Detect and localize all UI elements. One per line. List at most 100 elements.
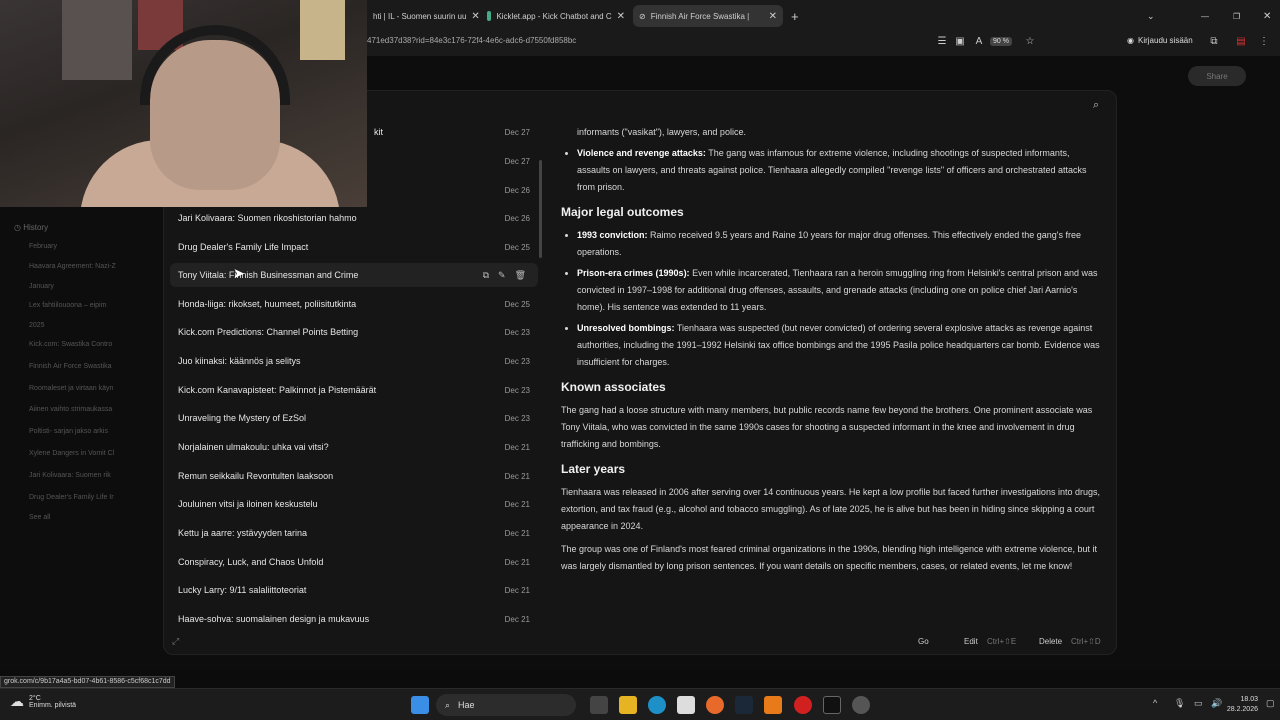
task-view-icon[interactable] (590, 696, 608, 714)
section-heading: Major legal outcomes (561, 205, 684, 219)
history-heading[interactable]: ◷ History (14, 223, 48, 232)
list-item[interactable]: Juo kiinaksi: käännös ja selitys Dec 23 (170, 349, 538, 373)
settings-gear-icon[interactable] (852, 696, 870, 714)
mouse-cursor-icon: ➤ (233, 265, 245, 281)
list-item[interactable]: Remun seikkailu Revontulten laaksoon Dec … (170, 464, 538, 488)
section-label: 2025 (29, 322, 45, 329)
volume-icon[interactable]: 🔊 (1211, 698, 1222, 709)
taskbar-search[interactable]: ⌕ Hae (436, 694, 576, 716)
weather-widget[interactable]: ☁ 2°C Enimm. pilvistä (10, 693, 76, 710)
list-item[interactable]: Honda-liiga: rikokset, huumeet, poliisit… (170, 292, 538, 316)
see-all-link[interactable]: See all (29, 514, 50, 521)
kicklet-favicon-icon (487, 11, 492, 21)
start-icon[interactable] (411, 696, 429, 714)
sign-in-button[interactable]: ◉ Kirjaudu sisään (1127, 36, 1193, 45)
display-icon[interactable]: ▭ (1194, 698, 1203, 709)
grok-favicon-icon: ⊘ (639, 11, 646, 21)
notification-icon[interactable]: ▢ (1266, 698, 1275, 709)
url-field[interactable]: 471ed37d38?rid=84e3c176-72f4-4e6c-adc6-d… (367, 36, 576, 45)
list-item[interactable]: Kick.com Kanavapisteet: Palkinnot ja Pis… (170, 378, 538, 402)
list-item[interactable]: Kick.com Predictions: Channel Points Bet… (170, 320, 538, 344)
paragraph: The gang had a loose structure with many… (561, 405, 1093, 449)
clock[interactable]: 18.03 28.2.2026 (1227, 695, 1258, 715)
screenshot-icon[interactable]: ▣ (953, 36, 967, 50)
reader-icon[interactable]: ☰ (935, 36, 949, 50)
browser-tab-1[interactable]: hti | IL - Suomen suurin uu ✕ (367, 5, 479, 27)
edge-icon[interactable] (648, 696, 666, 714)
list-item[interactable]: Norjalainen ulmakoulu: uhka vai vitsi? De… (170, 435, 538, 459)
sidebar-item[interactable]: Haavara Agreement: Nazi-Z (29, 263, 116, 270)
paragraph: The group was one of Finland's most fear… (561, 544, 1098, 571)
list-item[interactable]: Jouluinen vitsi ja iloinen keskustelu Dec… (170, 492, 538, 516)
firefox-icon[interactable] (706, 696, 724, 714)
weather-text: Enimm. pilvistä (29, 701, 77, 709)
list-item[interactable]: Drug Dealer's Family Life Impact Dec 25 (170, 235, 538, 259)
item-date: Dec 21 (504, 528, 530, 538)
status-url: grok.com/c/9b17a4a5-bd07-4b61-8586-c5cf6… (0, 676, 175, 688)
tab-list-chevron-icon[interactable]: ⌄ (1141, 5, 1161, 27)
vlc-icon[interactable] (764, 696, 782, 714)
date: 28.2.2026 (1226, 706, 1258, 713)
close-icon[interactable]: ✕ (471, 11, 479, 22)
sidebar-item[interactable]: Drug Dealer's Family Life Ir (29, 494, 114, 501)
translate-icon[interactable]: A (972, 36, 986, 50)
list-item[interactable]: Conspiracy, Luck, and Chaos Unfold Dec 21 (170, 550, 538, 574)
menu-icon[interactable]: ⋮ (1257, 36, 1271, 50)
sidebar-item[interactable]: Lex fahtiilouoona – eipim (29, 302, 106, 309)
item-date: Dec 23 (504, 356, 530, 366)
zoom-level[interactable]: 90 % (990, 37, 1012, 46)
trash-icon[interactable]: 🗑 (515, 270, 526, 281)
edit-button[interactable]: Edit (964, 637, 978, 646)
delete-button[interactable]: Delete (1039, 637, 1062, 646)
sidebar-item[interactable]: Finnish Air Force Swastika (29, 363, 111, 370)
bullet-item: 1993 conviction: Raimo received 9.5 year… (577, 227, 1101, 261)
scrollbar[interactable] (539, 160, 542, 258)
terminal-icon[interactable] (823, 696, 841, 714)
item-title: Unraveling the Mystery of EzSol (178, 413, 307, 423)
item-date: Dec 21 (504, 557, 530, 567)
browser-tab-2[interactable]: Kicklet.app - Kick Chatbot and C ✕ (481, 5, 631, 27)
sign-in-label: Kirjaudu sisään (1137, 36, 1193, 45)
opera-icon[interactable] (794, 696, 812, 714)
list-item[interactable]: Tony Viitala: Finnish Businessman and Cr… (170, 263, 538, 287)
sidebar-item[interactable]: Roomaleset ja virtaan käyn (29, 385, 113, 392)
steam-icon[interactable] (735, 696, 753, 714)
file-explorer-icon[interactable] (619, 696, 637, 714)
time: 18.03 (1240, 696, 1258, 703)
maximize-icon[interactable]: ❐ (1227, 5, 1246, 27)
list-item[interactable]: Jari Kolivaara: Suomen rikoshistorian ha… (170, 206, 538, 230)
sidebar-item[interactable]: Xylene Dangers in Vomit Cl (29, 450, 114, 457)
window-close-icon[interactable]: ✕ (1257, 5, 1277, 27)
extension-badge-icon[interactable]: ▤ (1234, 36, 1248, 50)
tray-chevron-icon[interactable]: ^ (1153, 698, 1157, 708)
bullet-text: Raimo received 9.5 years and Raine 10 ye… (577, 230, 1081, 257)
sidebar-item[interactable]: Aiinen vaihto strimaukassa (29, 406, 112, 413)
section-heading: Later years (561, 462, 626, 476)
list-item[interactable]: Haave-sohva: suomalainen design ja mukav… (170, 607, 538, 631)
list-item[interactable]: Kettu ja aarre: ystävyyden tarina Dec 21 (170, 521, 538, 545)
sidebar-item[interactable]: Jari Kolivaara: Suomen rik (29, 472, 111, 479)
minimize-icon[interactable]: — (1195, 5, 1215, 27)
sidebar-item[interactable]: Poltisti- sarjan jakso arkis (29, 428, 108, 435)
search-icon[interactable]: ⌕ (1093, 99, 1099, 112)
close-icon[interactable]: ✕ (769, 11, 777, 22)
expand-icon[interactable]: ⤢ (172, 636, 179, 647)
taskbar: ☁ 2°C Enimm. pilvistä ⌕ Hae ^ 🎙 ▭ 🔊 18.03 2… (0, 688, 1280, 720)
browser-tab-3[interactable]: ⊘ Finnish Air Force Swastika | ✕ (633, 5, 783, 27)
sidebar-item[interactable]: Kick.com: Swastika Contro (29, 341, 112, 348)
section-label: February (29, 243, 58, 250)
go-button[interactable]: Go (918, 637, 929, 646)
edit-pencil-icon[interactable]: ✎ (498, 270, 506, 281)
open-external-icon[interactable]: ⧉ (483, 270, 489, 281)
extensions-icon[interactable]: ⧉ (1207, 36, 1221, 50)
item-date: Dec 25 (504, 242, 530, 252)
list-item[interactable]: Unraveling the Mystery of EzSol Dec 23 (170, 406, 538, 430)
microphone-icon[interactable]: 🎙 (1174, 698, 1185, 709)
delete-shortcut: Ctrl+⇧D (1071, 637, 1101, 646)
list-item[interactable]: Lucky Larry: 9/11 salaliittoteoriat Dec 2… (170, 578, 538, 602)
share-button[interactable]: Share (1188, 66, 1246, 86)
store-icon[interactable] (677, 696, 695, 714)
close-icon[interactable]: ✕ (617, 11, 625, 22)
new-tab-button[interactable]: + (785, 5, 805, 27)
bookmark-star-icon[interactable]: ☆ (1023, 36, 1037, 50)
